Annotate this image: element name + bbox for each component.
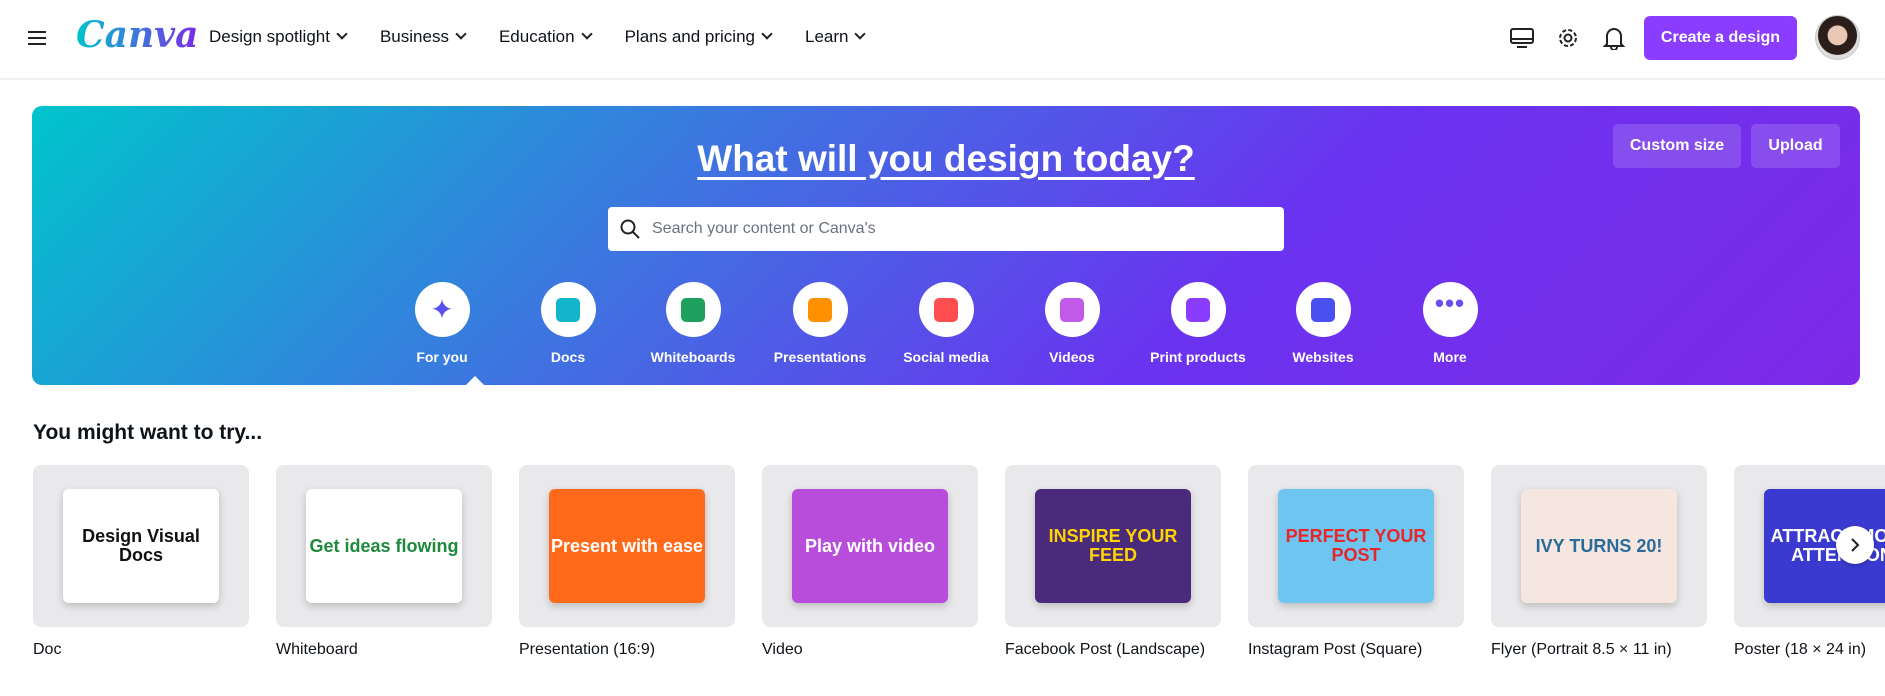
nav-label: Learn [805,27,849,46]
category-label: More [1433,349,1467,365]
chevron-down-icon [455,28,467,40]
nav-learn[interactable]: Learn [805,27,867,47]
chevron-down-icon [336,28,348,40]
nav-plans-pricing[interactable]: Plans and pricing [624,27,773,47]
category-presentations[interactable]: Presentations [760,282,880,365]
chevron-down-icon [580,28,593,40]
chevron-right-icon [1851,538,1860,552]
category-for-you[interactable]: ✦ For you [382,282,502,365]
template-thumbnail: Play with video [762,465,978,627]
doc-icon [540,282,596,337]
template-label: Video [762,641,803,658]
thumbnail-text: Present with ease [549,489,705,603]
category-label: Print products [1150,349,1246,365]
top-header: Canva Design spotlight Business Educatio… [0,0,1885,80]
category-websites[interactable]: Websites [1263,282,1383,365]
template-card[interactable]: Design Visual Docs Doc [33,465,249,659]
template-thumbnail: Present with ease [519,465,735,627]
template-card[interactable]: INSPIRE YOUR FEED Facebook Post (Landscap… [1005,465,1221,659]
desktop-app-icon[interactable] [1508,24,1536,52]
nav-education[interactable]: Education [498,27,593,47]
template-thumbnail: IVY TURNS 20! [1491,465,1707,627]
notifications-bell-icon[interactable] [1600,24,1628,52]
template-thumbnail: Get ideas flowing [276,465,492,627]
category-print-products[interactable]: Print products [1138,282,1258,365]
create-design-button[interactable]: Create a design [1644,16,1797,60]
category-label: Docs [550,349,586,365]
template-thumbnail: INSPIRE YOUR FEED [1005,465,1221,627]
template-label: Facebook Post (Landscape) [1005,641,1206,658]
category-videos[interactable]: Videos [1012,282,1132,365]
template-card[interactable]: PERFECT YOUR POST Instagram Post (Square) [1248,465,1464,659]
nav-design-spotlight[interactable]: Design spotlight [209,27,348,47]
category-docs[interactable]: Docs [508,282,628,365]
search-icon [620,219,640,239]
website-icon [1295,282,1351,337]
hero-title[interactable]: What will you design today? [32,138,1860,180]
thumbnail-text: INSPIRE YOUR FEED [1035,489,1191,603]
settings-gear-icon[interactable] [1554,24,1582,52]
nav-label: Plans and pricing [624,27,755,46]
custom-size-button[interactable]: Custom size [1613,124,1741,168]
thumbnail-text: PERFECT YOUR POST [1278,489,1434,603]
chevron-down-icon [854,28,867,40]
menu-icon[interactable] [28,28,46,46]
template-label: Poster (18 × 24 in) [1734,641,1867,658]
main-nav: Design spotlight Business Education Plan… [209,27,867,47]
template-label: Flyer (Portrait 8.5 × 11 in) [1491,641,1672,658]
selected-indicator [466,376,484,385]
video-icon [1044,282,1100,337]
printer-icon [1170,282,1226,337]
sparkle-icon: ✦ [414,282,470,337]
template-label: Doc [33,641,62,658]
nav-label: Design spotlight [209,27,330,46]
thumbnail-text: IVY TURNS 20! [1521,489,1677,603]
category-whiteboards[interactable]: Whiteboards [633,282,753,365]
category-label: Presentations [773,349,867,365]
category-label: Websites [1292,349,1354,365]
user-avatar[interactable] [1815,15,1860,60]
heart-icon [918,282,974,337]
nav-business[interactable]: Business [379,27,467,47]
category-social-media[interactable]: Social media [886,282,1006,365]
thumbnail-text: Get ideas flowing [306,489,462,603]
template-card[interactable]: Get ideas flowing Whiteboard [276,465,492,659]
category-label: For you [416,349,468,365]
thumbnail-text: Play with video [792,489,948,603]
search-bar[interactable] [608,207,1284,251]
chevron-down-icon [761,28,773,40]
template-card[interactable]: Present with ease Presentation (16:9) [519,465,735,659]
more-icon: ••• [1422,282,1478,337]
template-card[interactable]: Play with video Video [762,465,978,659]
nav-label: Education [498,27,575,46]
presentation-icon [792,282,848,337]
template-label: Instagram Post (Square) [1248,641,1423,658]
category-more[interactable]: ••• More [1390,282,1510,365]
template-label: Whiteboard [276,641,358,658]
search-input[interactable] [652,220,1252,238]
category-label: Whiteboards [650,349,736,365]
template-label: Presentation (16:9) [519,641,656,658]
category-label: Videos [1049,349,1095,365]
upload-button[interactable]: Upload [1751,124,1840,168]
template-card[interactable]: IVY TURNS 20! Flyer (Portrait 8.5 × 11 in… [1491,465,1707,659]
nav-label: Business [379,27,449,46]
category-label: Social media [903,349,989,365]
carousel-next-button[interactable] [1836,526,1874,564]
whiteboard-icon [665,282,721,337]
section-title: You might want to try... [33,421,263,444]
canva-logo[interactable]: Canva [76,14,198,56]
thumbnail-text: Design Visual Docs [63,489,219,603]
template-thumbnail: PERFECT YOUR POST [1248,465,1464,627]
template-thumbnail: Design Visual Docs [33,465,249,627]
hero-banner: What will you design today? Custom size … [32,106,1860,385]
